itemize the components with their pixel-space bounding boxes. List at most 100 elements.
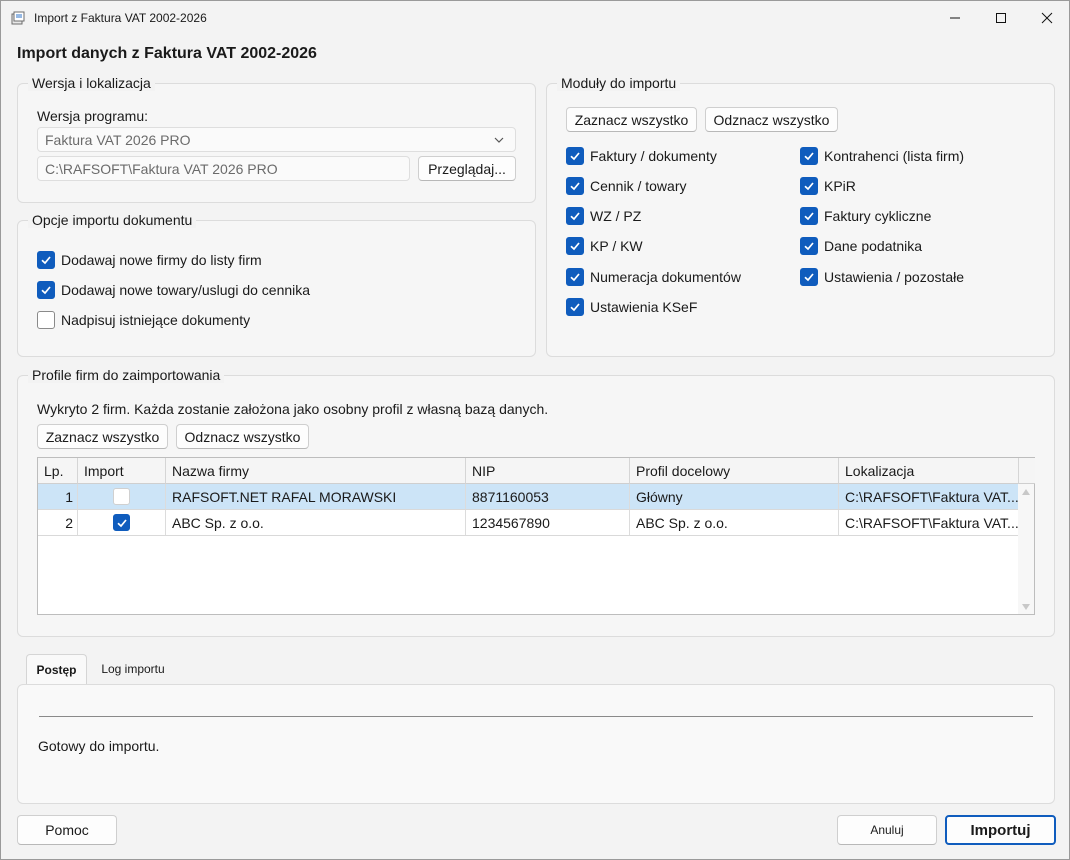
column-header-1[interactable]: Lp.	[38, 458, 78, 484]
scroll-up-icon[interactable]	[1022, 489, 1030, 495]
module-2-label[interactable]: Kontrahenci (lista firm)	[824, 148, 964, 164]
module-6-label[interactable]: Faktury cykliczne	[824, 208, 931, 224]
column-header-4[interactable]: NIP	[466, 458, 630, 484]
module-7-label[interactable]: KP / KW	[590, 238, 643, 254]
modules-select-all-label: Zaznacz wszystko	[574, 111, 689, 128]
version-label: Wersja programu:	[37, 108, 149, 124]
module-4-checkbox[interactable]	[800, 177, 818, 195]
chevron-down-icon	[494, 137, 504, 143]
cell-name: RAFSOFT.NET RAFAL MORAWSKI	[166, 484, 466, 509]
module-3-checkbox[interactable]	[566, 177, 584, 195]
maximize-icon	[996, 13, 1006, 23]
checkmark-icon	[41, 256, 51, 265]
module-1-checkbox[interactable]	[566, 147, 584, 165]
checkmark-icon	[570, 273, 580, 282]
module-11-label[interactable]: Ustawienia KSeF	[590, 299, 697, 315]
vertical-scrollbar[interactable]	[1018, 484, 1034, 614]
checkmark-icon	[804, 273, 814, 282]
version-select-value: Faktura VAT 2026 PRO	[45, 131, 191, 148]
cell-profile: Główny	[630, 484, 839, 509]
option-1-checkbox[interactable]	[37, 251, 55, 269]
module-1-label[interactable]: Faktury / dokumenty	[590, 148, 717, 164]
browse-button[interactable]: Przeglądaj...	[418, 156, 516, 181]
version-group-legend: Wersja i lokalizacja	[28, 75, 155, 91]
profiles-group-legend: Profile firm do zaimportowania	[28, 367, 225, 383]
close-icon	[1041, 12, 1053, 24]
modules-select-all-button[interactable]: Zaznacz wszystko	[566, 107, 697, 132]
help-button-label: Pomoc	[45, 822, 89, 838]
title-bar: Import z Faktura VAT 2002-2026	[1, 1, 1069, 35]
row-import-checkbox[interactable]	[113, 488, 130, 505]
import-cell[interactable]	[78, 484, 166, 509]
cancel-button-label: Anuluj	[870, 823, 904, 837]
module-5-checkbox[interactable]	[566, 207, 584, 225]
minimize-button[interactable]	[932, 1, 978, 35]
column-header-5[interactable]: Profil docelowy	[630, 458, 839, 484]
profiles-info-text: Wykryto 2 firm. Każda zostanie założona …	[37, 401, 549, 417]
profiles-select-all-button[interactable]: Zaznacz wszystko	[37, 424, 168, 449]
app-icon	[11, 11, 25, 25]
cell-nip: 8871160053	[466, 484, 630, 509]
module-5-label[interactable]: WZ / PZ	[590, 208, 641, 224]
module-7-checkbox[interactable]	[566, 237, 584, 255]
module-2-checkbox[interactable]	[800, 147, 818, 165]
modules-deselect-all-label: Odznacz wszystko	[713, 111, 830, 128]
module-9-checkbox[interactable]	[566, 268, 584, 286]
profiles-select-all-label: Zaznacz wszystko	[45, 428, 160, 445]
module-9-label[interactable]: Numeracja dokumentów	[590, 269, 741, 285]
module-3-label[interactable]: Cennik / towary	[590, 178, 686, 194]
checkmark-icon	[804, 212, 814, 221]
column-header-2[interactable]: Import	[78, 458, 166, 484]
column-header-3[interactable]: Nazwa firmy	[166, 458, 466, 484]
checkmark-icon	[41, 286, 51, 295]
checkmark-icon	[570, 152, 580, 161]
modules-deselect-all-button[interactable]: Odznacz wszystko	[705, 107, 838, 132]
maximize-button[interactable]	[978, 1, 1024, 35]
checkmark-icon	[804, 242, 814, 251]
option-3-checkbox[interactable]	[37, 311, 55, 329]
module-6-checkbox[interactable]	[800, 207, 818, 225]
progress-panel: Gotowy do importu.	[17, 684, 1055, 804]
module-10-label[interactable]: Ustawienia / pozostałe	[824, 269, 964, 285]
scroll-down-icon[interactable]	[1022, 604, 1030, 610]
cancel-button[interactable]: Anuluj	[837, 815, 937, 845]
column-header-6[interactable]: Lokalizacja	[839, 458, 1019, 484]
version-select[interactable]: Faktura VAT 2026 PRO	[37, 127, 516, 152]
cell-nip: 1234567890	[466, 510, 630, 535]
module-8-checkbox[interactable]	[800, 237, 818, 255]
checkmark-icon	[570, 212, 580, 221]
option-2-label[interactable]: Dodawaj nowe towary/uslugi do cennika	[61, 282, 310, 298]
table-row[interactable]: 2 ABC Sp. z o.o. 1234567890 ABC Sp. z o.o. C…	[38, 510, 1019, 536]
module-10-checkbox[interactable]	[800, 268, 818, 286]
cell-lp: 2	[38, 510, 78, 535]
row-import-checkbox[interactable]	[113, 514, 130, 531]
help-button[interactable]: Pomoc	[17, 815, 117, 845]
module-4-label[interactable]: KPiR	[824, 178, 856, 194]
progress-status: Gotowy do importu.	[38, 738, 160, 754]
cell-lp: 1	[38, 484, 78, 509]
table-row[interactable]: 1 RAFSOFT.NET RAFAL MORAWSKI 8871160053 Głó…	[38, 484, 1019, 510]
close-button[interactable]	[1024, 1, 1070, 35]
dialog-heading: Import danych z Faktura VAT 2002-2026	[17, 45, 317, 62]
tab-log[interactable]: Log importu	[89, 654, 177, 684]
cell-profile: ABC Sp. z o.o.	[630, 510, 839, 535]
module-11-checkbox[interactable]	[566, 298, 584, 316]
cell-location: C:\RAFSOFT\Faktura VAT...	[839, 484, 1019, 509]
checkmark-icon	[804, 152, 814, 161]
profiles-deselect-all-button[interactable]: Odznacz wszystko	[176, 424, 309, 449]
option-3-label[interactable]: Nadpisuj istniejące dokumenty	[61, 312, 250, 328]
profiles-table[interactable]: Lp. Import Nazwa firmy NIP Profil docelowy Lo…	[37, 457, 1035, 615]
cell-location: C:\RAFSOFT\Faktura VAT...	[839, 510, 1019, 535]
checkmark-icon	[570, 242, 580, 251]
tab-progress[interactable]: Postęp	[26, 654, 87, 684]
import-dialog: Import z Faktura VAT 2002-2026 Import da…	[0, 0, 1070, 860]
import-cell[interactable]	[78, 510, 166, 535]
header-corner	[1019, 458, 1035, 484]
option-1-label[interactable]: Dodawaj nowe firmy do listy firm	[61, 252, 262, 268]
checkmark-icon	[570, 303, 580, 312]
import-button[interactable]: Importuj	[945, 815, 1056, 845]
window-title: Import z Faktura VAT 2002-2026	[34, 11, 207, 25]
module-8-label[interactable]: Dane podatnika	[824, 238, 922, 254]
path-field[interactable]: C:\RAFSOFT\Faktura VAT 2026 PRO	[37, 156, 410, 181]
option-2-checkbox[interactable]	[37, 281, 55, 299]
